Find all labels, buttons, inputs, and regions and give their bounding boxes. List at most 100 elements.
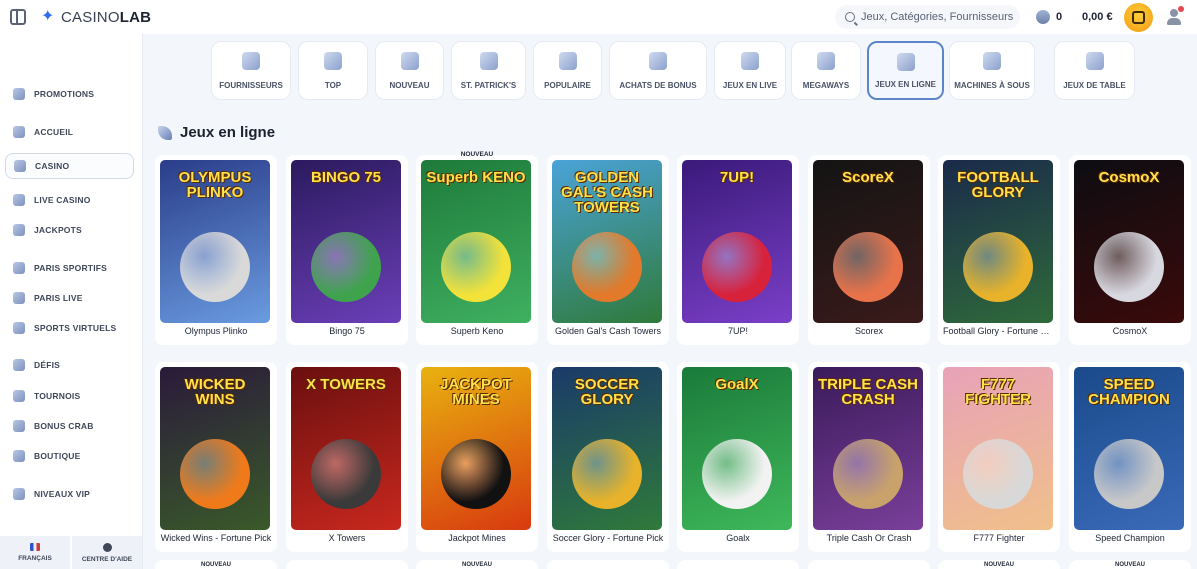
nav-icon — [13, 359, 25, 371]
game-thumbnail[interactable]: F777 FIGHTER — [943, 367, 1053, 530]
category-icon — [400, 52, 419, 70]
thumbnail-title: ScoreX — [842, 169, 894, 186]
game-card[interactable] — [286, 560, 408, 569]
sidebar-item-casino[interactable]: CASINO — [5, 153, 134, 179]
game-card[interactable]: Superb KENO Superb Keno — [416, 155, 538, 345]
sidebar-item-tournois[interactable]: TOURNOIS — [5, 383, 134, 409]
game-thumbnail[interactable]: ScoreX — [813, 160, 923, 323]
game-thumbnail[interactable]: SOCCER GLORY — [552, 367, 662, 530]
game-card[interactable]: ScoreX Scorex — [808, 155, 930, 345]
logo[interactable]: ✦ CASINOLAB — [41, 7, 151, 27]
language-button[interactable]: FRANÇAIS — [0, 536, 72, 569]
game-thumbnail[interactable]: Superb KENO — [421, 160, 531, 323]
sidebar-item-boutique[interactable]: BOUTIQUE — [5, 443, 134, 469]
balance[interactable]: 0,00 € — [1082, 11, 1113, 23]
game-thumbnail[interactable]: SPEED CHAMPION — [1074, 367, 1184, 530]
rocket-icon — [158, 125, 172, 140]
new-badge: NOUVEAU — [983, 562, 1014, 568]
coin-icon — [1036, 10, 1050, 24]
category-icon — [817, 52, 835, 70]
game-card[interactable] — [808, 560, 930, 569]
wallet-button[interactable] — [1124, 3, 1153, 32]
sidebar-toggle-icon[interactable] — [10, 9, 26, 25]
sidebar-item-jackpots[interactable]: JACKPOTS — [5, 217, 134, 243]
game-card[interactable]: SOCCER GLORY Soccer Glory - Fortune Pick — [547, 362, 669, 552]
game-card[interactable]: TRIPLE CASH CRASH Triple Cash Or Crash — [808, 362, 930, 552]
game-card[interactable]: JACKPOT MINES Jackpot Mines — [416, 362, 538, 552]
game-thumbnail[interactable]: OLYMPUS PLINKO — [160, 160, 270, 323]
sidebar-item-sports-virtuels[interactable]: SPORTS VIRTUELS — [5, 315, 134, 341]
help-center-button[interactable]: CENTRE D'AIDE — [72, 536, 142, 569]
category-icon — [741, 52, 759, 70]
thumbnail-title: SOCCER GLORY — [574, 376, 640, 408]
sidebar-item-live-casino[interactable]: LIVE CASINO — [5, 187, 134, 213]
category-tab[interactable]: MACHINES À SOUS — [949, 41, 1035, 100]
thumbnail-art — [702, 439, 772, 509]
game-card[interactable]: OLYMPUS PLINKO Olympus Plinko — [155, 155, 277, 345]
category-tab[interactable]: ACHATS DE BONUS — [609, 41, 707, 100]
category-tab[interactable]: FOURNISSEURS — [211, 41, 291, 100]
new-badge: NOUVEAU — [200, 562, 231, 568]
sidebar-item-label: ACCUEIL — [34, 127, 74, 137]
game-name: Soccer Glory - Fortune Pick — [552, 533, 664, 543]
sidebar-item-paris-live[interactable]: PARIS LIVE — [5, 285, 134, 311]
game-thumbnail[interactable]: GoalX — [682, 367, 792, 530]
help-icon — [102, 542, 112, 552]
game-name: Olympus Plinko — [184, 326, 248, 336]
game-card[interactable]: FOOTBALL GLORY Football Glory - Fortune P… — [938, 155, 1060, 345]
coins-counter[interactable]: 0 — [1036, 10, 1062, 24]
game-card[interactable] — [547, 560, 669, 569]
game-thumbnail[interactable]: BINGO 75 — [291, 160, 401, 323]
thumbnail-art — [963, 232, 1033, 302]
search-input[interactable]: Jeux, Catégories, Fournisseurs — [835, 5, 1020, 29]
thumbnail-title: WICKED WINS — [184, 376, 246, 408]
game-card[interactable]: WICKED WINS Wicked Wins - Fortune Pick — [155, 362, 277, 552]
game-card[interactable]: F777 FIGHTER F777 Fighter — [938, 362, 1060, 552]
thumbnail-title: CosmoX — [1098, 169, 1160, 186]
game-thumbnail[interactable]: TRIPLE CASH CRASH — [813, 367, 923, 530]
game-thumbnail[interactable]: CosmoX — [1074, 160, 1184, 323]
game-thumbnail[interactable]: GOLDEN GAL'S CASH TOWERS — [552, 160, 662, 323]
game-thumbnail[interactable]: 7UP! — [682, 160, 792, 323]
category-tab[interactable]: MEGAWAYS — [791, 41, 861, 100]
sidebar-item-accueil[interactable]: ACCUEIL — [5, 119, 134, 145]
sidebar-item-label: BONUS CRAB — [34, 421, 94, 431]
category-tab[interactable]: JEUX EN LIVE — [714, 41, 786, 100]
search-icon — [845, 12, 855, 22]
logo-star-icon: ✦ — [41, 8, 55, 25]
category-tab[interactable]: JEUX DE TABLE — [1054, 41, 1135, 100]
category-label: ST. PATRICK'S — [460, 81, 517, 90]
category-tab[interactable]: JEUX EN LIGNE — [867, 41, 944, 100]
sidebar-item-défis[interactable]: DÉFIS — [5, 352, 134, 378]
game-thumbnail[interactable]: JACKPOT MINES — [421, 367, 531, 530]
top-bar: ✦ CASINOLAB Jeux, Catégories, Fournisseu… — [0, 0, 1197, 34]
game-card[interactable]: GoalX Goalx — [677, 362, 799, 552]
category-tab[interactable]: POPULAIRE — [533, 41, 602, 100]
game-thumbnail[interactable]: WICKED WINS — [160, 367, 270, 530]
game-thumbnail[interactable]: X TOWERS — [291, 367, 401, 530]
category-label: JEUX DE TABLE — [1063, 81, 1126, 90]
sidebar-item-paris-sportifs[interactable]: PARIS SPORTIFS — [5, 255, 134, 281]
game-card[interactable]: 7UP! 7UP! — [677, 155, 799, 345]
category-label: TOP — [324, 81, 342, 90]
game-card[interactable] — [677, 560, 799, 569]
sidebar-item-promotions[interactable]: PROMOTIONS — [5, 81, 134, 107]
thumbnail-title: GOLDEN GAL'S CASH TOWERS — [561, 169, 653, 216]
sidebar-item-bonus-crab[interactable]: BONUS CRAB — [5, 413, 134, 439]
game-thumbnail[interactable]: FOOTBALL GLORY — [943, 160, 1053, 323]
game-card[interactable]: CosmoX CosmoX — [1069, 155, 1191, 345]
game-card[interactable]: X TOWERS X Towers — [286, 362, 408, 552]
game-card[interactable]: SPEED CHAMPION Speed Champion — [1069, 362, 1191, 552]
game-card[interactable]: GOLDEN GAL'S CASH TOWERS Golden Gal's Cas… — [547, 155, 669, 345]
wallet-icon — [1132, 11, 1145, 24]
game-card[interactable]: BINGO 75 Bingo 75 — [286, 155, 408, 345]
category-tab[interactable]: TOP — [298, 41, 368, 100]
category-tab[interactable]: ST. PATRICK'S — [451, 41, 526, 100]
thumbnail-art — [311, 232, 381, 302]
sidebar-item-niveaux-vip[interactable]: NIVEAUX VIP — [5, 481, 134, 507]
nav-icon — [13, 88, 25, 100]
category-tab[interactable]: NOUVEAU — [375, 41, 444, 100]
sidebar: PROMOTIONS ACCUEIL CASINO LIVE CASINO JACKPO… — [0, 34, 143, 569]
category-label: MACHINES À SOUS — [954, 81, 1030, 90]
nav-icon — [13, 262, 25, 274]
